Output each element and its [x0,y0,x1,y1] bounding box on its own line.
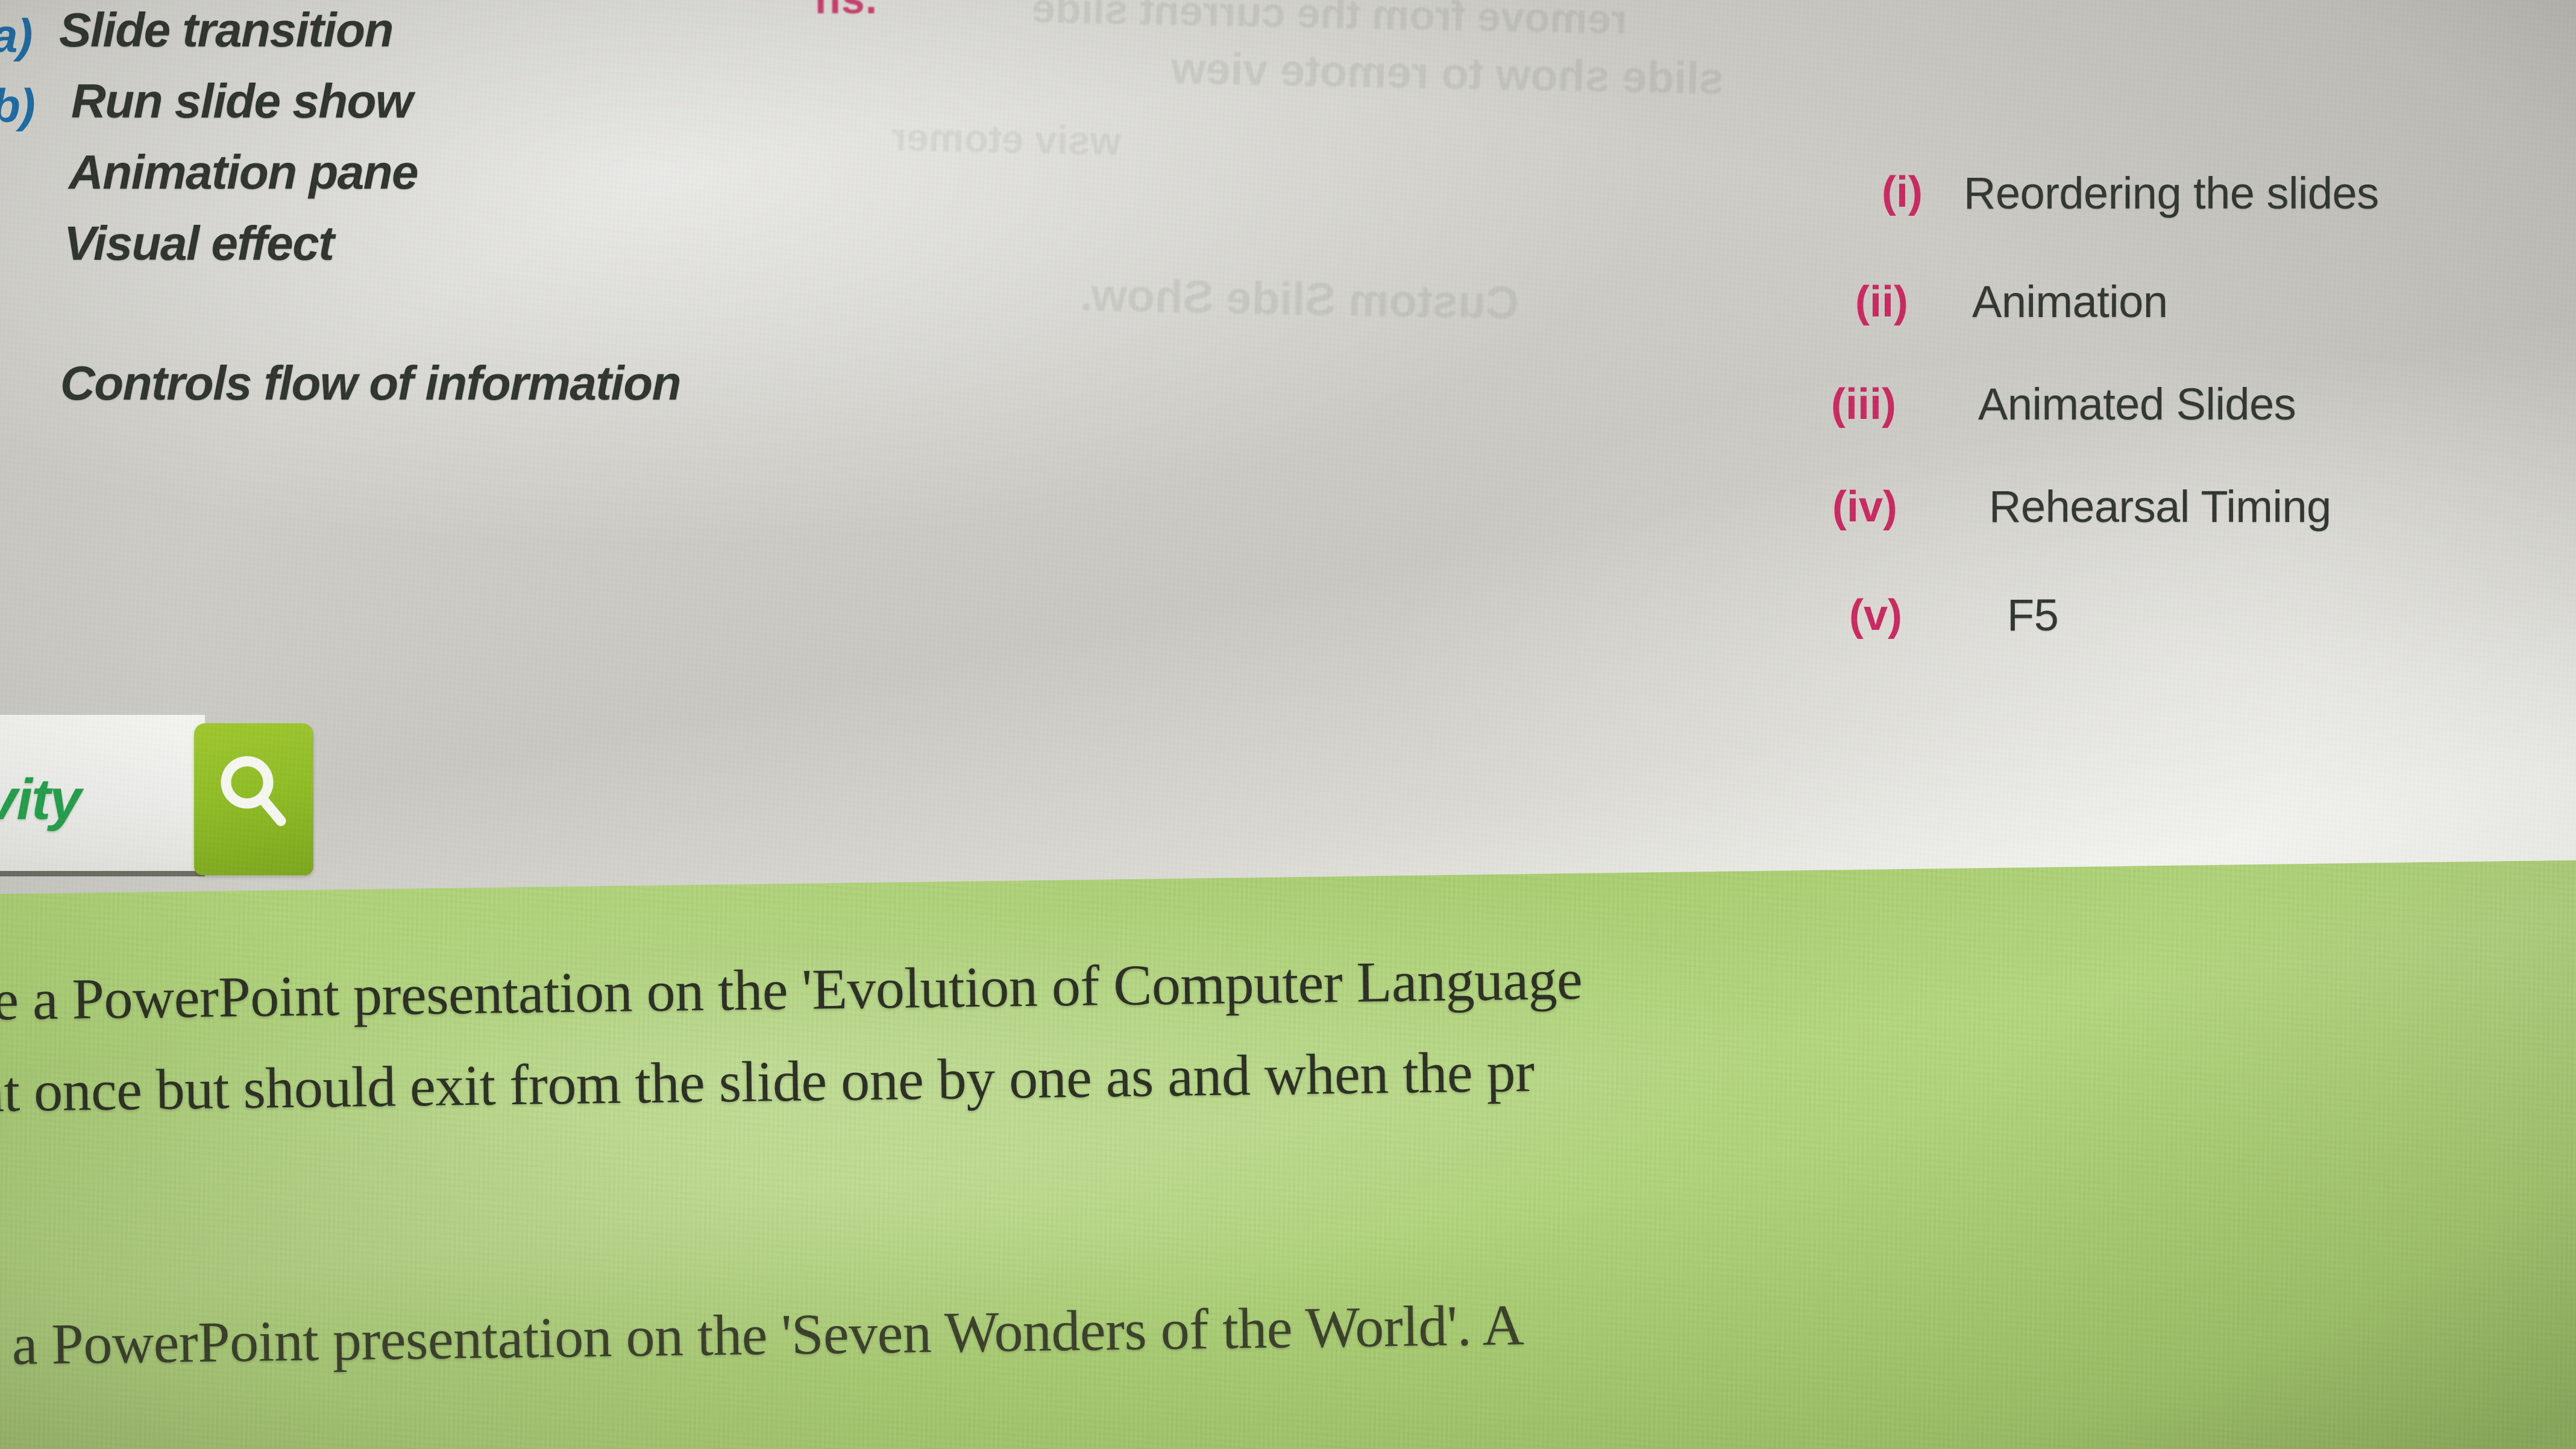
right-item-ii-label: Animation [1972,277,2168,327]
right-item-iii-label: Animated Slides [1978,379,2296,429]
activity-tab: vity [0,715,350,908]
left-item-a-marker: a) [0,9,33,62]
activity-tab-label: vity [0,767,81,832]
right-item-iii-marker: (iii) [1831,380,1896,429]
paper-upper-surface [0,0,2576,940]
left-item-d-label: Visual effect [64,216,335,270]
left-item-c-label: Animation pane [69,145,419,199]
activity-green-band: e a PowerPoint presentation on the 'Evol… [0,860,2576,1449]
magnifier-icon [194,723,313,875]
right-item-iv-marker: (iv) [1832,483,1897,531]
right-item-ii-marker: (ii) [1855,278,1908,326]
right-item-i-marker: (i) [1882,168,1923,216]
left-item-a-label: Slide transition [59,3,394,57]
cropped-heading-fragment: ns. [815,0,878,23]
textbook-page: slide show to remote view remove from th… [0,0,2576,1449]
left-item-b-marker: b) [0,79,36,132]
left-item-e-label: Controls flow of information [60,356,681,410]
left-item-b-label: Run slide show [71,74,413,128]
right-item-i-label: Reordering the slides [1964,168,2379,218]
right-item-v-label: F5 [2007,590,2059,640]
right-item-iv-label: Rehearsal Timing [1989,482,2331,532]
right-item-v-marker: (v) [1849,591,1902,640]
